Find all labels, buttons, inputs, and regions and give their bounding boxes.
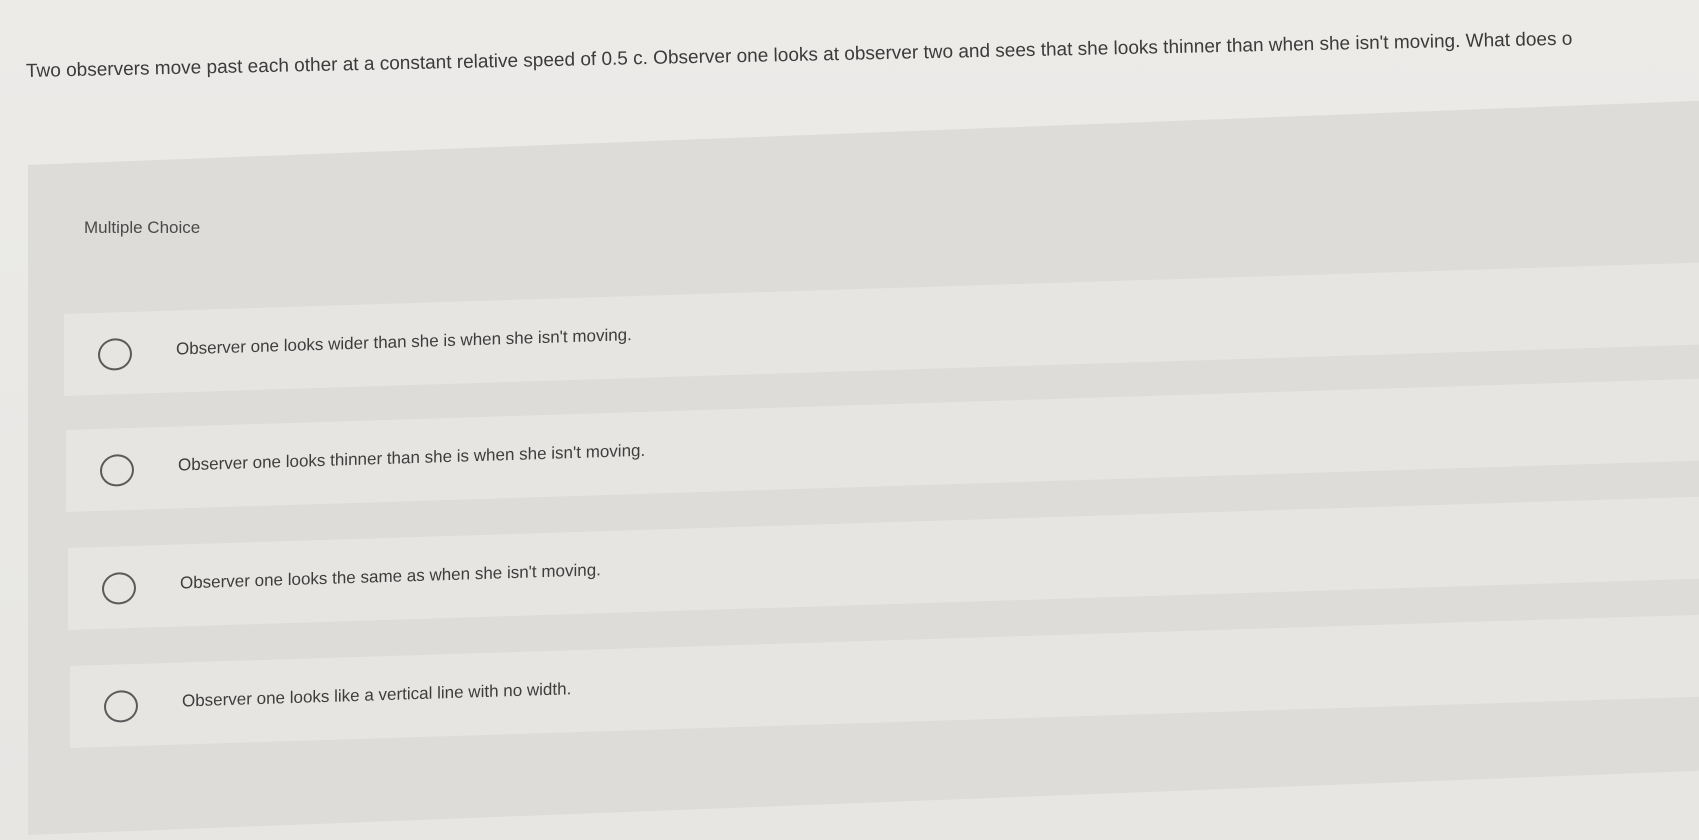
radio-button[interactable] xyxy=(102,571,136,605)
multiple-choice-label: Multiple Choice xyxy=(84,218,201,237)
answer-option-text: Observer one looks thinner than she is w… xyxy=(178,440,646,475)
radio-button[interactable] xyxy=(104,689,138,723)
radio-button[interactable] xyxy=(100,453,134,487)
question-text: Two observers move past each other at a … xyxy=(25,28,1573,82)
radio-button[interactable] xyxy=(98,337,132,371)
quiz-page: Two observers move past each other at a … xyxy=(0,0,1699,840)
answer-option-text: Observer one looks wider than she is whe… xyxy=(176,325,632,359)
answer-option-text: Observer one looks the same as when she … xyxy=(180,560,601,593)
answer-option-text: Observer one looks like a vertical line … xyxy=(182,679,572,711)
